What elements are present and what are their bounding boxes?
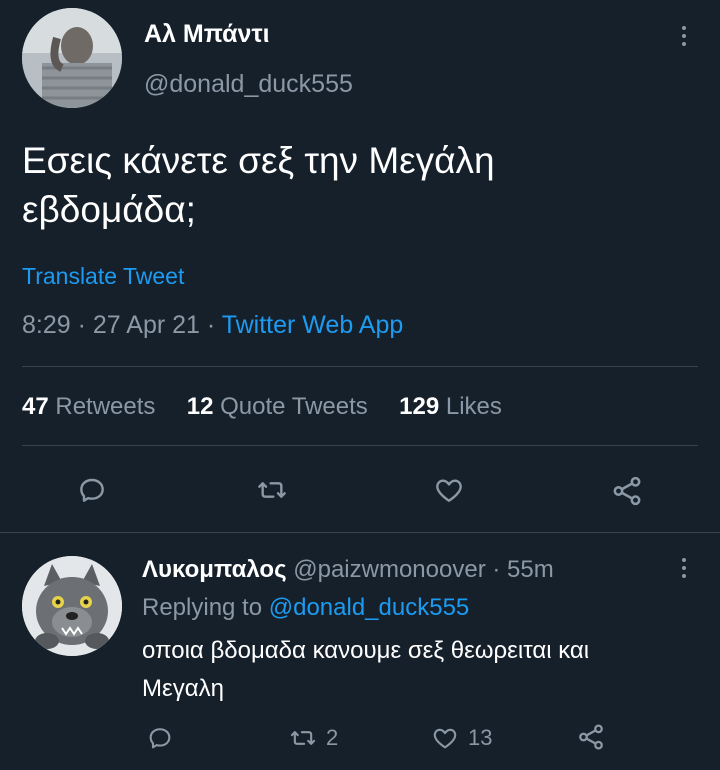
share-icon[interactable] — [610, 474, 644, 508]
reply-author-avatar[interactable] — [22, 556, 122, 656]
reply-like-button[interactable]: 13 — [430, 724, 492, 752]
likes-count: 129 — [399, 393, 440, 420]
reply-retweet-count: 2 — [326, 725, 339, 750]
meta-separator: · — [77, 311, 86, 339]
tweet-text: Εσεις κάνετε σεξ την Μεγάλη εβδομάδα; — [22, 140, 495, 230]
replying-to: Replying to @donald_duck555 — [142, 594, 469, 622]
author-name[interactable]: Αλ Μπάντι — [144, 20, 270, 49]
reply-icon[interactable] — [76, 474, 108, 506]
reply-author-name[interactable]: Λυκομπαλος — [142, 556, 287, 583]
retweets-count: 47 — [22, 393, 49, 420]
meta-separator: · — [492, 556, 501, 583]
quotes-count: 12 — [186, 393, 214, 420]
reply-age[interactable]: 55m — [507, 556, 554, 583]
reply-text-line: οποια βδομαδα κανουμε σεξ θεωρειται και — [142, 637, 590, 664]
likes-stat[interactable]: 129 Likes — [399, 393, 502, 420]
more-options-icon[interactable] — [680, 26, 688, 46]
author-photo-icon — [22, 8, 122, 108]
tweet-date[interactable]: 27 Apr 21 — [93, 311, 200, 339]
retweet-icon[interactable] — [255, 474, 289, 506]
reply-reply-icon[interactable] — [146, 724, 174, 752]
tweet-source[interactable]: Twitter Web App — [222, 311, 404, 339]
reply-share-icon[interactable] — [576, 722, 606, 752]
translate-tweet-link[interactable]: Translate Tweet — [22, 263, 184, 290]
like-icon[interactable] — [432, 474, 466, 506]
reply-like-count: 13 — [468, 725, 493, 750]
replying-to-handle[interactable]: @donald_duck555 — [269, 594, 470, 621]
author-avatar[interactable] — [22, 8, 122, 108]
quotes-stat[interactable]: 12 Quote Tweets — [187, 393, 375, 420]
like-icon — [430, 724, 460, 752]
likes-label: Likes — [445, 393, 502, 420]
author-handle[interactable]: @donald_duck555 — [144, 70, 353, 99]
tweet-meta: 8:29 · 27 Apr 21 · Twitter Web App — [22, 311, 403, 340]
tweet-stats: 47 Retweets 12 Quote Tweets 129 Likes — [22, 393, 502, 421]
reply-header: Λυκομπαλος @paizwmonoover · 55m — [142, 556, 554, 584]
retweets-stat[interactable]: 47 Retweets — [22, 393, 162, 420]
meta-separator: · — [206, 311, 216, 339]
quotes-label: Quote Tweets — [220, 393, 368, 420]
wolf-avatar-icon — [22, 556, 122, 656]
reply-author-handle[interactable]: @paizwmonoover — [293, 556, 485, 583]
reply-more-options-icon[interactable] — [680, 558, 688, 578]
reply-text: οποια βδομαδα κανουμε σεξ θεωρειται και … — [142, 632, 702, 708]
replying-to-label: Replying to — [142, 594, 263, 621]
reply-text-line: Μεγαλη — [142, 675, 224, 702]
retweet-icon — [288, 724, 318, 752]
divider — [0, 532, 720, 533]
retweets-label: Retweets — [55, 393, 156, 420]
divider — [22, 445, 698, 446]
divider — [22, 366, 698, 367]
tweet-time: 8:29 — [22, 311, 71, 339]
reply-retweet-button[interactable]: 2 — [288, 724, 338, 752]
